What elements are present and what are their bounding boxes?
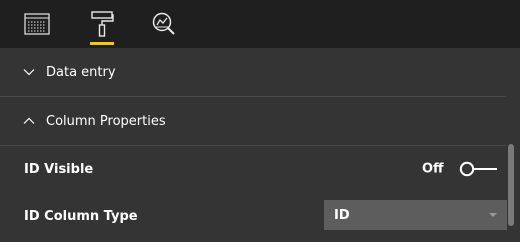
- chevron-down-icon: [23, 69, 35, 76]
- id-column-type-dropdown[interactable]: ID: [324, 200, 507, 230]
- scrollbar-thumb[interactable]: [508, 144, 514, 226]
- format-pane: Data entry Column Properties ID Visible …: [0, 0, 522, 242]
- chevron-down-icon: [489, 213, 497, 217]
- fields-icon: [24, 13, 50, 35]
- section-label: Data entry: [46, 64, 116, 80]
- dropdown-value: ID: [334, 207, 350, 223]
- analytics-tab[interactable]: [148, 8, 180, 40]
- pane-toolbar: [0, 0, 520, 48]
- id-column-type-row: ID Column Type ID: [0, 192, 507, 240]
- format-tab[interactable]: [86, 8, 118, 45]
- analytics-icon: [152, 12, 175, 35]
- toggle-state-label: Off: [422, 161, 444, 177]
- section-header-column-properties[interactable]: Column Properties: [0, 97, 520, 145]
- id-visible-label: ID Visible: [24, 161, 94, 177]
- format-paint-roller-icon: [91, 11, 114, 37]
- id-column-type-label: ID Column Type: [24, 208, 138, 224]
- id-visible-toggle[interactable]: [458, 161, 498, 177]
- chevron-up-icon: [23, 117, 35, 124]
- section-header-data-entry[interactable]: Data entry: [0, 48, 520, 96]
- section-label: Column Properties: [46, 113, 166, 129]
- fields-tab[interactable]: [21, 8, 53, 40]
- id-visible-row: ID Visible Off: [0, 145, 506, 193]
